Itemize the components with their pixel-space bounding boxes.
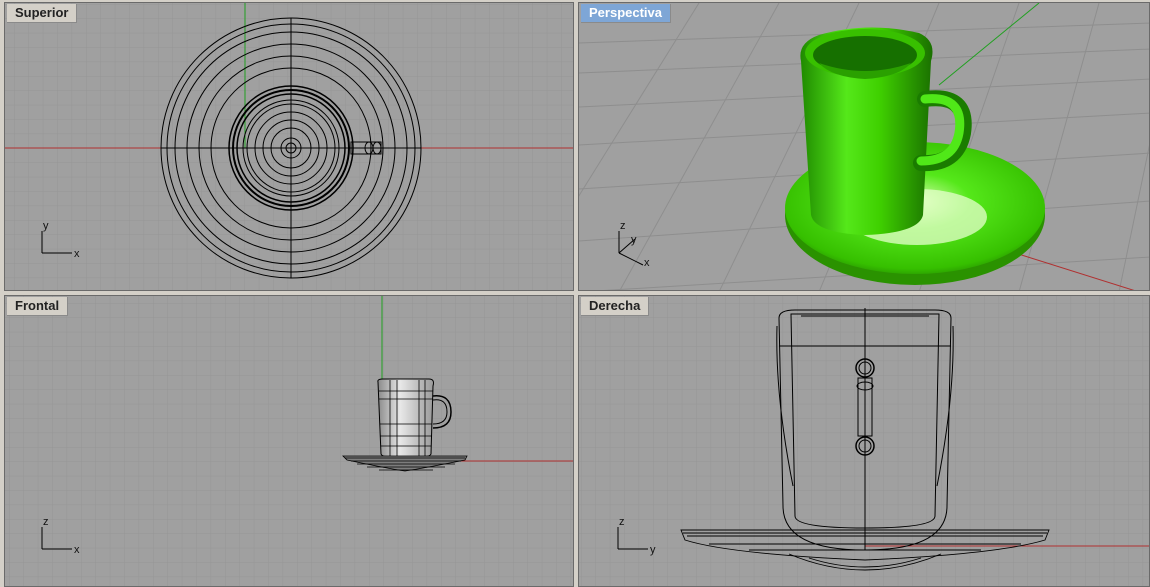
viewport-top-canvas[interactable]: x y xyxy=(5,3,574,291)
axis-label-h: y xyxy=(650,544,656,556)
viewport-right-canvas[interactable]: y z xyxy=(579,296,1150,587)
viewport-front[interactable]: Frontal x z xyxy=(4,295,574,587)
viewport-title-top[interactable]: Superior xyxy=(7,4,78,23)
viewport-title-front[interactable]: Frontal xyxy=(7,297,69,316)
axis-label-v: z xyxy=(43,516,49,528)
axis-label-h: x xyxy=(644,257,650,269)
grid xyxy=(5,296,573,586)
viewport-right[interactable]: Derecha y z xyxy=(578,295,1150,587)
axis-label-z: z xyxy=(620,220,626,232)
axis-label-h: x xyxy=(74,248,80,260)
viewport-title-right[interactable]: Derecha xyxy=(581,297,650,316)
viewport-perspective[interactable]: Perspectiva x y z xyxy=(578,2,1150,291)
viewport-front-canvas[interactable]: x z xyxy=(5,296,574,587)
cup-model xyxy=(800,27,933,236)
grid xyxy=(5,3,573,290)
axis-label-h: x xyxy=(74,544,80,556)
viewport-perspective-canvas[interactable]: x y z xyxy=(579,3,1150,291)
y-axis-line xyxy=(938,3,1040,86)
axis-label-v: y xyxy=(631,234,637,246)
viewport-top[interactable]: Superior x y xyxy=(4,2,574,291)
axis-label-v: y xyxy=(43,220,49,232)
viewport-title-perspective[interactable]: Perspectiva xyxy=(581,4,671,23)
axis-label-v: z xyxy=(619,516,625,528)
